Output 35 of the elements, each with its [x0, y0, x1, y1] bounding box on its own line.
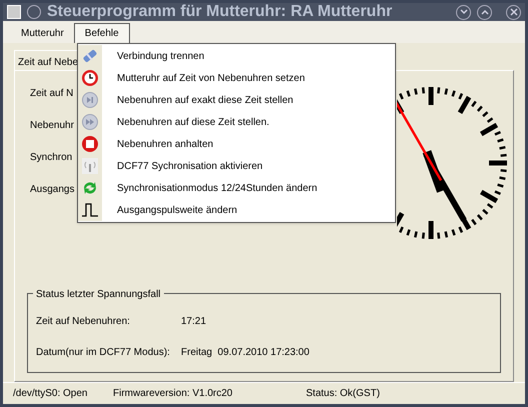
menu-item[interactable]: Nebenuhren auf exakt diese Zeit stellen [78, 89, 395, 111]
menu-item[interactable]: Synchronisationmodus 12/24Stunden ändern [78, 177, 395, 199]
chevron-down-icon [460, 9, 468, 15]
row-value: Freitag 09.07.2010 17:23:00 [181, 346, 310, 360]
menu-bar-item[interactable]: Befehle [74, 23, 130, 43]
window-title: Steuerprogramm für Mutteruhr: RA Mutteruhr [47, 2, 392, 22]
field-label: Ausgangs [30, 183, 76, 197]
chevron-up-icon [480, 9, 488, 15]
fast-forward-icon [81, 113, 99, 131]
field-label: Nebenuhr [30, 119, 75, 133]
field-label: Zeit auf N [30, 87, 74, 101]
row-label: Datum(nur im DCF77 Modus): [36, 346, 171, 360]
menu-item[interactable]: Mutteruhr auf Zeit von Nebenuhren setzen [78, 67, 395, 89]
menu-item[interactable]: Ausgangspulsweite ändern [78, 199, 395, 221]
app-icon [7, 5, 21, 19]
minimize-button[interactable] [456, 4, 471, 20]
clock-icon [81, 69, 99, 87]
pulse-icon [81, 201, 99, 219]
group-title: Status letzter Spannungsfall [33, 287, 164, 302]
close-button[interactable] [506, 4, 521, 20]
skip-icon [81, 91, 99, 109]
row-value: 17:21 [181, 315, 206, 329]
field-label: Synchron [30, 151, 74, 165]
antenna-icon [81, 157, 99, 175]
maximize-button[interactable] [477, 4, 492, 20]
row-label: Zeit auf Nebenuhren: [36, 315, 131, 329]
close-icon [510, 8, 518, 16]
menu-bar-item[interactable]: Mutteruhr [11, 23, 74, 43]
status-text: Firmwareversion: V1.0rc20 [113, 387, 234, 401]
status-text: Status: Ok(GST) [306, 387, 380, 401]
stop-icon [81, 135, 99, 153]
menu-item[interactable]: Nebenuhren auf diese Zeit stellen. [78, 111, 395, 133]
status-text: /dev/ttyS0: Open [13, 387, 88, 401]
menu-item[interactable]: DCF77 Sychronisation aktivieren [78, 155, 395, 177]
menu-item[interactable]: Nebenuhren anhalten [78, 133, 395, 155]
